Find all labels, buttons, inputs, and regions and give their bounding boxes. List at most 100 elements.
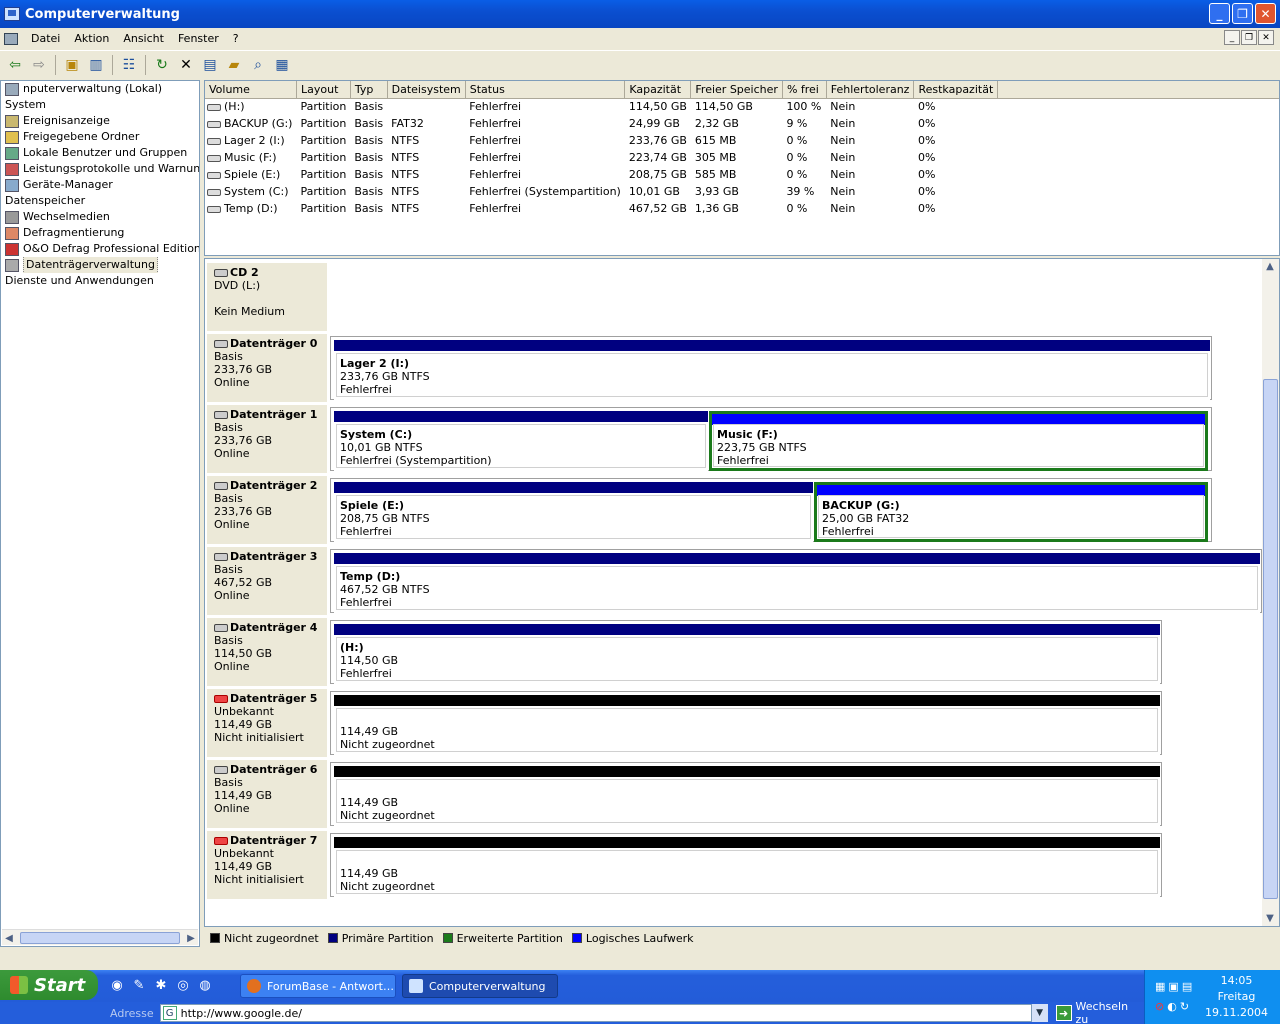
disk-info[interactable]: Datenträger 4 Basis 114,50 GB Online: [207, 618, 328, 686]
partition-block[interactable]: Spiele (E:) 208,75 GB NTFS Fehlerfrei: [334, 482, 813, 542]
table-row[interactable]: (H:) Partition Basis Fehlerfrei 114,50 GB 114…: [205, 98, 1279, 115]
back-arrow-icon[interactable]: ⇦: [4, 54, 26, 76]
unallocated-space[interactable]: 114,49 GB Nicht zugeordnet: [334, 837, 1160, 897]
address-input[interactable]: G http://www.google.de/: [159, 1004, 1032, 1022]
disk-row[interactable]: Datenträger 0 Basis 233,76 GB Online Lager 2…: [207, 334, 1212, 402]
console-tree[interactable]: nputerverwaltung (Lokal) System Ereignisan…: [0, 80, 200, 947]
column-header[interactable]: Dateisystem: [387, 81, 466, 99]
disk-info[interactable]: Datenträger 3 Basis 467,52 GB Online: [207, 547, 328, 615]
column-header[interactable]: Freier Speicher: [690, 81, 783, 99]
tree-item[interactable]: nputerverwaltung (Lokal): [1, 81, 199, 97]
disk-info[interactable]: Datenträger 5 Unbekannt 114,49 GB Nicht ini…: [207, 689, 328, 757]
menu-datei[interactable]: Datei: [24, 32, 67, 45]
menu-help[interactable]: ?: [226, 32, 246, 45]
go-button[interactable]: ➜ Wechseln zu: [1055, 1000, 1144, 1024]
address-dropdown-icon[interactable]: ▼: [1031, 1004, 1048, 1022]
tree-item[interactable]: O&O Defrag Professional Edition: [1, 241, 199, 257]
tray-network-icon[interactable]: ▣: [1168, 980, 1178, 993]
open-folder-icon[interactable]: ▰: [223, 54, 245, 76]
tree-item[interactable]: Leistungsprotokolle und Warnungen: [1, 161, 199, 177]
table-row[interactable]: Temp (D:) Partition Basis NTFS Fehlerfrei 467…: [205, 200, 1279, 217]
tree-item[interactable]: Defragmentierung: [1, 225, 199, 241]
scroll-left-icon[interactable]: ◀: [2, 931, 16, 945]
partition-block[interactable]: Music (F:) 223,75 GB NTFS Fehlerfrei: [709, 411, 1208, 471]
quicklaunch-firefox-icon[interactable]: ◍: [196, 976, 214, 994]
disk-row[interactable]: Datenträger 6 Basis 114,49 GB Online 114,49…: [207, 760, 1162, 828]
column-header[interactable]: Restkapazität: [913, 81, 999, 99]
forward-arrow-icon[interactable]: ⇨: [28, 54, 50, 76]
unallocated-space[interactable]: 114,49 GB Nicht zugeordnet: [334, 695, 1160, 755]
start-button[interactable]: Start: [0, 970, 98, 1000]
column-header[interactable]: Status: [465, 81, 626, 99]
child-close-button[interactable]: ✕: [1258, 30, 1274, 45]
menu-aktion[interactable]: Aktion: [67, 32, 116, 45]
disk-info[interactable]: Datenträger 7 Unbekannt 114,49 GB Nicht ini…: [207, 831, 328, 899]
table-row[interactable]: Music (F:) Partition Basis NTFS Fehlerfrei 22…: [205, 149, 1279, 166]
column-header[interactable]: Typ: [350, 81, 388, 99]
help-icon[interactable]: ▦: [271, 54, 293, 76]
disk-graphical-view[interactable]: CD 2 DVD (L:) Kein Medium Datenträger 0B…: [204, 258, 1280, 927]
column-header[interactable]: Volume: [205, 81, 297, 99]
disk-info[interactable]: Datenträger 2 Basis 233,76 GB Online: [207, 476, 328, 544]
scroll-right-icon[interactable]: ▶: [184, 931, 198, 945]
tree-item[interactable]: Geräte-Manager: [1, 177, 199, 193]
quicklaunch-tool-icon[interactable]: ✱: [152, 976, 170, 994]
show-hide-tree-icon[interactable]: ▥: [85, 54, 107, 76]
scroll-up-icon[interactable]: ▲: [1263, 259, 1277, 273]
table-row[interactable]: System (C:) Partition Basis NTFS Fehlerfrei …: [205, 183, 1279, 200]
close-button[interactable]: ✕: [1255, 3, 1276, 24]
tree-item[interactable]: Datenträgerverwaltung: [1, 257, 199, 273]
tree-item[interactable]: Dienste und Anwendungen: [1, 273, 199, 289]
window-titlebar[interactable]: Computerverwaltung _ ❐ ✕: [0, 0, 1280, 28]
table-row[interactable]: Lager 2 (I:) Partition Basis NTFS Fehlerfrei…: [205, 132, 1279, 149]
disk-row[interactable]: Datenträger 2 Basis 233,76 GB Online Spiele …: [207, 476, 1212, 544]
task-computerverwaltung[interactable]: Computerverwaltung: [402, 974, 558, 998]
quicklaunch-app-icon[interactable]: ✎: [130, 976, 148, 994]
disk-info[interactable]: Datenträger 6 Basis 114,49 GB Online: [207, 760, 328, 828]
child-restore-button[interactable]: ❐: [1241, 30, 1257, 45]
table-row[interactable]: Spiele (E:) Partition Basis NTFS Fehlerfrei 2…: [205, 166, 1279, 183]
disk-row[interactable]: Datenträger 4 Basis 114,50 GB Online (H:) 11…: [207, 618, 1162, 686]
tray-monitor-icon[interactable]: ▤: [1182, 980, 1192, 993]
scroll-thumb[interactable]: [20, 932, 180, 944]
refresh-icon[interactable]: ↻: [151, 54, 173, 76]
scroll-down-icon[interactable]: ▼: [1263, 911, 1277, 925]
menu-ansicht[interactable]: Ansicht: [116, 32, 171, 45]
quicklaunch-ie-icon[interactable]: ◉: [108, 976, 126, 994]
tray-volume-icon[interactable]: ◐: [1167, 1000, 1177, 1013]
partition-block[interactable]: (H:) 114,50 GB Fehlerfrei: [334, 624, 1160, 684]
tree-item[interactable]: Ereignisanzeige: [1, 113, 199, 129]
child-minimize-button[interactable]: _: [1224, 30, 1240, 45]
tree-horizontal-scrollbar[interactable]: ◀ ▶: [2, 929, 198, 945]
cdrom-row[interactable]: CD 2 DVD (L:) Kein Medium: [207, 263, 1262, 331]
disk-row[interactable]: Datenträger 1 Basis 233,76 GB Online System …: [207, 405, 1212, 473]
partition-block[interactable]: System (C:) 10,01 GB NTFS Fehlerfrei (Syst…: [334, 411, 708, 471]
disk-row[interactable]: Datenträger 3 Basis 467,52 GB Online Temp (D…: [207, 547, 1262, 615]
delete-icon[interactable]: ✕: [175, 54, 197, 76]
table-row[interactable]: BACKUP (G:) Partition Basis FAT32 Fehlerfrei…: [205, 115, 1279, 132]
quicklaunch-browser-icon[interactable]: ◎: [174, 976, 192, 994]
disk-info[interactable]: Datenträger 1 Basis 233,76 GB Online: [207, 405, 328, 473]
column-header[interactable]: % frei: [782, 81, 827, 99]
up-folder-icon[interactable]: ▣: [61, 54, 83, 76]
task-forumbase[interactable]: ForumBase - Antwort…: [240, 974, 396, 998]
minimize-button[interactable]: _: [1209, 3, 1230, 24]
tree-item[interactable]: Freigegebene Ordner: [1, 129, 199, 145]
tree-item[interactable]: Wechselmedien: [1, 209, 199, 225]
properties-sheet-icon[interactable]: ▤: [199, 54, 221, 76]
column-header[interactable]: Fehlertoleranz: [826, 81, 915, 99]
mmc-system-menu-icon[interactable]: [4, 32, 18, 45]
search-icon[interactable]: ⌕: [247, 54, 269, 76]
tree-item[interactable]: System: [1, 97, 199, 113]
column-header[interactable]: Kapazität: [624, 81, 692, 99]
tree-item[interactable]: Datenspeicher: [1, 193, 199, 209]
volume-list[interactable]: Volume Layout Typ Dateisystem Status Kapazitä…: [204, 80, 1280, 256]
disk-row[interactable]: Datenträger 5 Unbekannt 114,49 GB Nicht ini…: [207, 689, 1162, 757]
graph-vertical-scrollbar[interactable]: ▲ ▼: [1262, 259, 1279, 926]
cdrom-info[interactable]: CD 2 DVD (L:) Kein Medium: [207, 263, 328, 331]
tray-antivirus-icon[interactable]: ⊘: [1155, 1000, 1164, 1013]
partition-block[interactable]: Temp (D:) 467,52 GB NTFS Fehlerfrei: [334, 553, 1260, 613]
scroll-thumb[interactable]: [1263, 379, 1278, 899]
properties-icon[interactable]: ☷: [118, 54, 140, 76]
column-header[interactable]: Layout: [296, 81, 351, 99]
